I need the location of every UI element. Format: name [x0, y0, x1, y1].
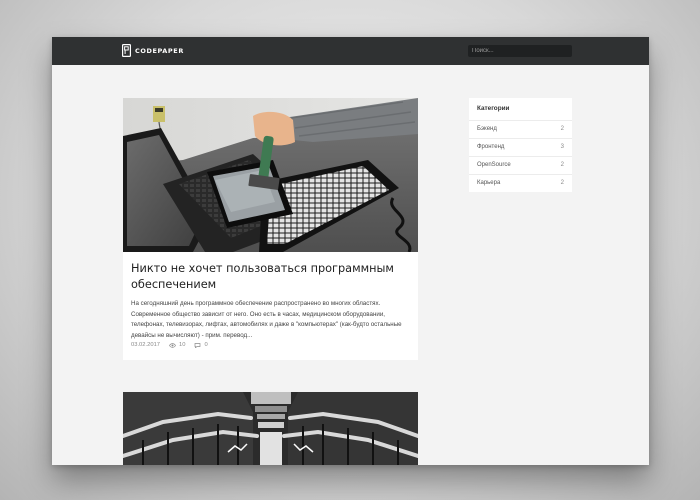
category-count: 3: [560, 144, 564, 150]
post-image[interactable]: [123, 98, 418, 252]
category-count: 2: [560, 180, 564, 186]
post-image[interactable]: [123, 392, 418, 465]
post-card: Никто не хочет пользоваться программным …: [123, 98, 418, 360]
search-input[interactable]: [468, 45, 572, 57]
views-count: 10: [169, 342, 185, 348]
category-name: Карьера: [477, 180, 501, 186]
site-logo[interactable]: CODEPAPER: [122, 44, 184, 57]
categories-heading: Категории: [469, 98, 572, 121]
post-card: [123, 392, 418, 465]
category-count: 2: [560, 162, 564, 168]
category-name: Фронтенд: [477, 144, 505, 150]
comments-count: 0: [194, 342, 208, 348]
comment-icon: [195, 342, 201, 348]
category-count: 2: [560, 126, 564, 132]
post-excerpt: На сегодняшний день программное обеспече…: [131, 300, 402, 339]
codepaper-logo-icon: [122, 44, 131, 57]
comments-value: 0: [204, 342, 208, 348]
views-value: 10: [179, 342, 186, 348]
categories-widget: Категории Бэкенд 2 Фронтенд 3 OpenSource…: [469, 98, 572, 192]
category-item[interactable]: Фронтенд 3: [469, 139, 572, 157]
logo-text: CODEPAPER: [135, 46, 184, 55]
post-title[interactable]: Никто не хочет пользоваться программным …: [131, 261, 401, 292]
category-item[interactable]: OpenSource 2: [469, 157, 572, 175]
category-item[interactable]: Бэкенд 2: [469, 121, 572, 139]
top-navbar: CODEPAPER: [52, 37, 649, 65]
post-date: 03.02.2017: [131, 342, 161, 348]
post-meta: 03.02.2017 10 0: [131, 342, 208, 348]
category-name: Бэкенд: [477, 126, 497, 132]
eye-icon: [169, 342, 176, 348]
category-name: OpenSource: [477, 162, 511, 168]
category-item[interactable]: Карьера 2: [469, 175, 572, 192]
browser-viewport: CODEPAPER Поиск... Никто не хочет пользо…: [52, 37, 649, 465]
